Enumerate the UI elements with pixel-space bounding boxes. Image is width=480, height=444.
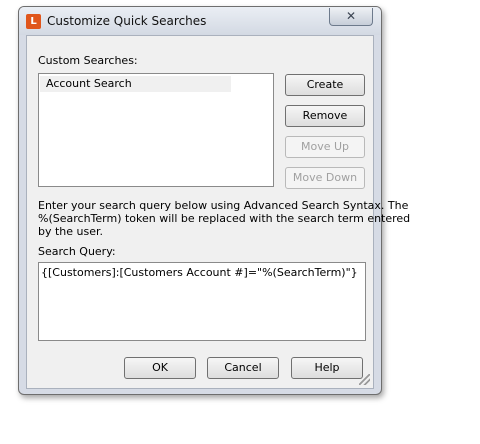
resize-grip-icon[interactable] bbox=[359, 374, 370, 385]
dialog-client-area: Custom Searches: Account Search Create R… bbox=[26, 35, 410, 389]
help-button[interactable]: Help bbox=[291, 357, 363, 379]
ok-button[interactable]: OK bbox=[124, 357, 196, 379]
title-bar[interactable]: L Customize Quick Searches ✕ bbox=[19, 7, 381, 35]
remove-button[interactable]: Remove bbox=[285, 105, 365, 127]
list-item-account-search[interactable]: Account Search bbox=[40, 76, 231, 92]
custom-searches-list[interactable]: Account Search bbox=[38, 73, 274, 187]
instructions-line-3: by the user. bbox=[38, 225, 104, 238]
move-down-button[interactable]: Move Down bbox=[285, 167, 365, 189]
close-icon: ✕ bbox=[345, 9, 357, 23]
instructions-line-2: %(SearchTerm) token will be replaced wit… bbox=[38, 212, 411, 225]
instructions-line-1: Enter your search query below using Adva… bbox=[38, 199, 409, 212]
move-up-button[interactable]: Move Up bbox=[285, 136, 365, 158]
custom-searches-label: Custom Searches: bbox=[38, 54, 138, 67]
cancel-button[interactable]: Cancel bbox=[207, 357, 279, 379]
app-logo-icon: L bbox=[26, 14, 41, 29]
customize-quick-searches-dialog: L Customize Quick Searches ✕ Custom Sear… bbox=[18, 6, 410, 395]
search-query-input[interactable]: {[Customers]:[Customers Account #]="%(Se… bbox=[38, 262, 366, 341]
search-query-label: Search Query: bbox=[38, 245, 116, 258]
create-button[interactable]: Create bbox=[285, 74, 365, 96]
close-button[interactable]: ✕ bbox=[329, 8, 373, 26]
dialog-title: Customize Quick Searches bbox=[47, 14, 207, 28]
